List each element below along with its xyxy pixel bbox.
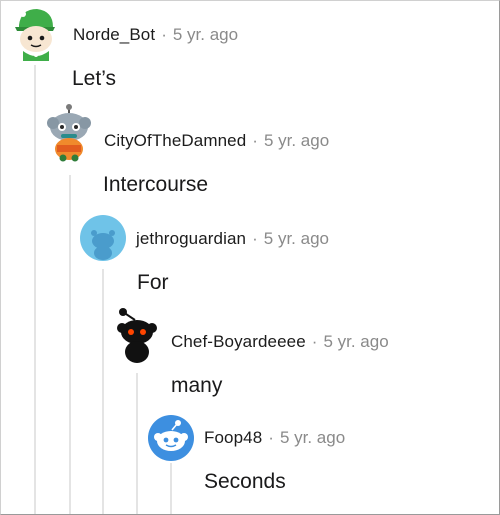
timestamp[interactable]: 5 yr. ago: [264, 229, 329, 249]
meta-separator: ·: [268, 428, 274, 447]
thread-line-level-1[interactable]: [34, 65, 36, 514]
thread-line-level-4[interactable]: [136, 373, 138, 514]
thread-line-level-5[interactable]: [170, 463, 172, 514]
comment-body: Seconds: [204, 470, 286, 493]
username-link[interactable]: jethroguardian: [136, 229, 246, 249]
username-link[interactable]: Norde_Bot: [73, 25, 155, 45]
timestamp[interactable]: 5 yr. ago: [173, 25, 238, 45]
comment-body: For: [137, 271, 169, 294]
meta-separator: ·: [252, 229, 258, 248]
timestamp[interactable]: 5 yr. ago: [280, 428, 345, 448]
comment-body: many: [171, 374, 223, 397]
timestamp[interactable]: 5 yr. ago: [264, 131, 329, 151]
comment-body: Intercourse: [103, 173, 209, 196]
username-link[interactable]: CityOfTheDamned: [104, 131, 246, 151]
robot-snoo-avatar[interactable]: [43, 103, 95, 163]
default-blue-avatar[interactable]: [80, 215, 126, 261]
thread-line-level-3[interactable]: [102, 269, 104, 514]
thread-line-level-2[interactable]: [69, 175, 71, 514]
green-hat-snoo-avatar[interactable]: [9, 5, 59, 61]
blue-snoo-avatar[interactable]: [148, 415, 194, 461]
meta-separator: ·: [161, 25, 167, 44]
meta-separator: ·: [311, 332, 318, 351]
comment-header: Norde_Bot · 5 yr. ago: [73, 25, 238, 45]
comment-header: Foop48 · 5 yr. ago: [204, 428, 345, 448]
username-link[interactable]: Chef-Boyardeeee: [171, 332, 306, 352]
username-link[interactable]: Foop48: [204, 428, 262, 448]
comment-thread: Norde_Bot · 5 yr. ago Let’s CityOfTheDam…: [0, 0, 500, 515]
timestamp[interactable]: 5 yr. ago: [323, 332, 388, 352]
comment-header: jethroguardian · 5 yr. ago: [136, 229, 329, 249]
comment-header: Chef-Boyardeeee · 5 yr. ago: [171, 332, 389, 352]
black-snoo-avatar[interactable]: [113, 306, 161, 364]
comment-body: Let’s: [72, 67, 116, 90]
meta-separator: ·: [252, 131, 258, 150]
comment-header: CityOfTheDamned · 5 yr. ago: [104, 131, 329, 151]
